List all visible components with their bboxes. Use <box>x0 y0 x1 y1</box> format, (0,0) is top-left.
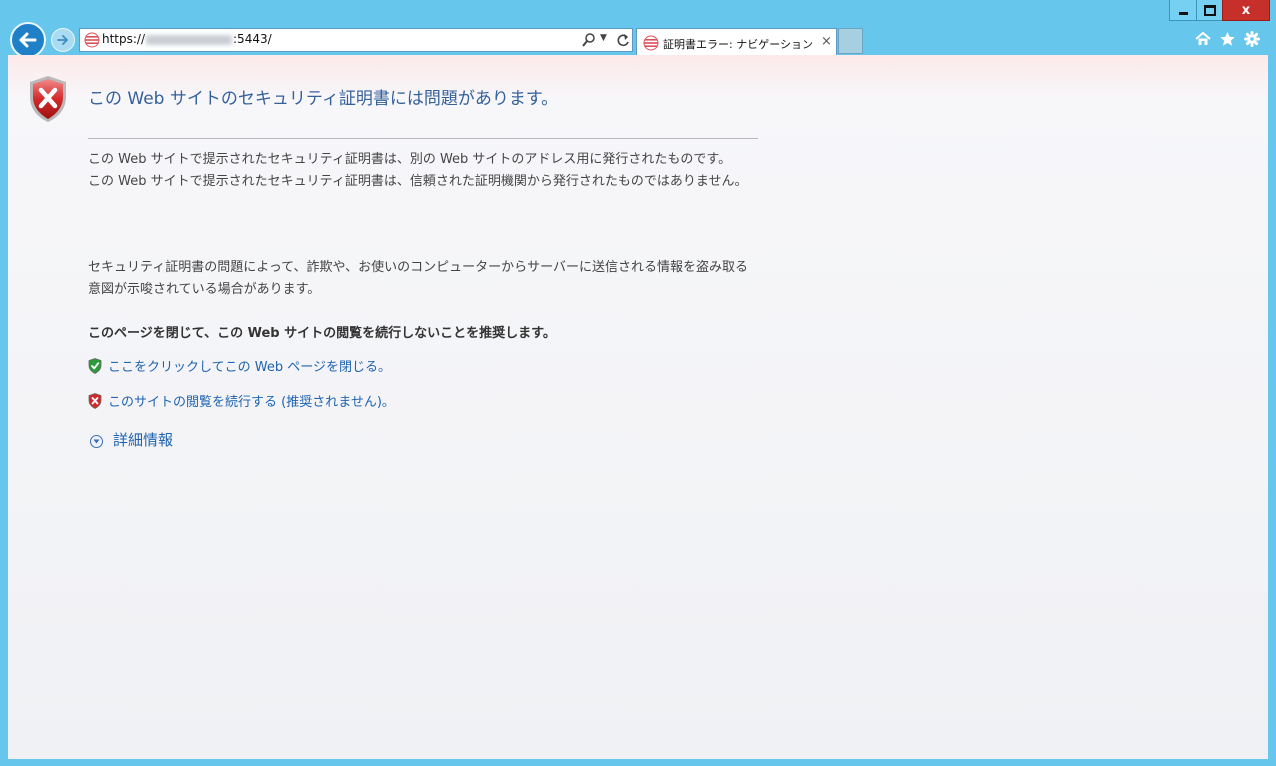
tab-close-icon[interactable]: × <box>821 34 832 49</box>
tab-certificate-error[interactable]: 証明書エラー: ナビゲーション... × <box>636 28 837 55</box>
close-icon: x <box>1241 2 1251 18</box>
address-redacted-host <box>146 34 233 45</box>
continue-to-site-link[interactable]: このサイトの閲覧を続行する (推奨されません)。 <box>88 391 395 410</box>
continue-to-site-link-text[interactable]: このサイトの閲覧を続行する (推奨されません)。 <box>108 391 395 410</box>
minimize-icon <box>1178 11 1188 15</box>
close-page-link-text[interactable]: ここをクリックしてこの Web ページを閉じる。 <box>108 356 391 375</box>
certificate-error-icon <box>643 35 659 51</box>
green-shield-check-icon <box>88 357 102 374</box>
minimize-button[interactable] <box>1169 0 1196 21</box>
chevron-down-icon <box>90 434 103 448</box>
more-information-label[interactable]: 詳細情報 <box>113 429 173 450</box>
address-suffix: :5443/ <box>233 32 272 46</box>
forward-arrow-icon <box>57 35 68 45</box>
tab-title: 証明書エラー: ナビゲーション... <box>663 38 813 51</box>
close-window-button[interactable]: x <box>1222 0 1270 21</box>
browser-window-frame: x https:// :5443/ ▼ 証明書エラー: ナビゲーション... × … <box>0 0 1276 766</box>
search-icon[interactable] <box>582 32 596 48</box>
maximize-button[interactable] <box>1196 0 1222 21</box>
back-button[interactable] <box>10 22 46 58</box>
security-warning-text: セキュリティ証明書の問題によって、詐欺や、お使いのコンピューターからサーバーに送… <box>88 260 749 297</box>
address-url[interactable]: https:// :5443/ <box>102 32 272 46</box>
star-icon[interactable] <box>1219 31 1236 47</box>
maximize-icon <box>1203 4 1216 16</box>
window-controls: x <box>1169 0 1270 21</box>
search-dropdown-icon[interactable]: ▼ <box>600 33 607 43</box>
title-divider <box>88 138 758 139</box>
recommendation-text: このページを閉じて、この Web サイトの閲覧を続行しないことを推奨します。 <box>88 326 556 341</box>
new-tab-button[interactable] <box>838 28 863 54</box>
gear-icon[interactable] <box>1244 31 1260 47</box>
back-arrow-icon <box>19 32 37 48</box>
red-shield-x-icon <box>88 392 102 409</box>
red-shield-error-icon <box>30 76 66 122</box>
page-content: この Web サイトのセキュリティ証明書には問題があります。 この Web サイ… <box>8 55 1268 759</box>
forward-button[interactable] <box>51 28 75 52</box>
close-page-link[interactable]: ここをクリックしてこの Web ページを閉じる。 <box>88 356 391 375</box>
certificate-error-icon <box>84 32 100 48</box>
address-bar[interactable]: https:// :5443/ ▼ <box>79 28 633 52</box>
certificate-problem-description: この Web サイトで提示されたセキュリティ証明書は、別の Web サイトのアド… <box>88 152 748 189</box>
address-prefix: https:// <box>102 32 146 46</box>
refresh-icon[interactable] <box>615 31 631 49</box>
home-icon[interactable] <box>1195 31 1211 47</box>
more-information-toggle[interactable]: 詳細情報 <box>90 429 173 450</box>
page-title: この Web サイトのセキュリティ証明書には問題があります。 <box>88 89 559 109</box>
